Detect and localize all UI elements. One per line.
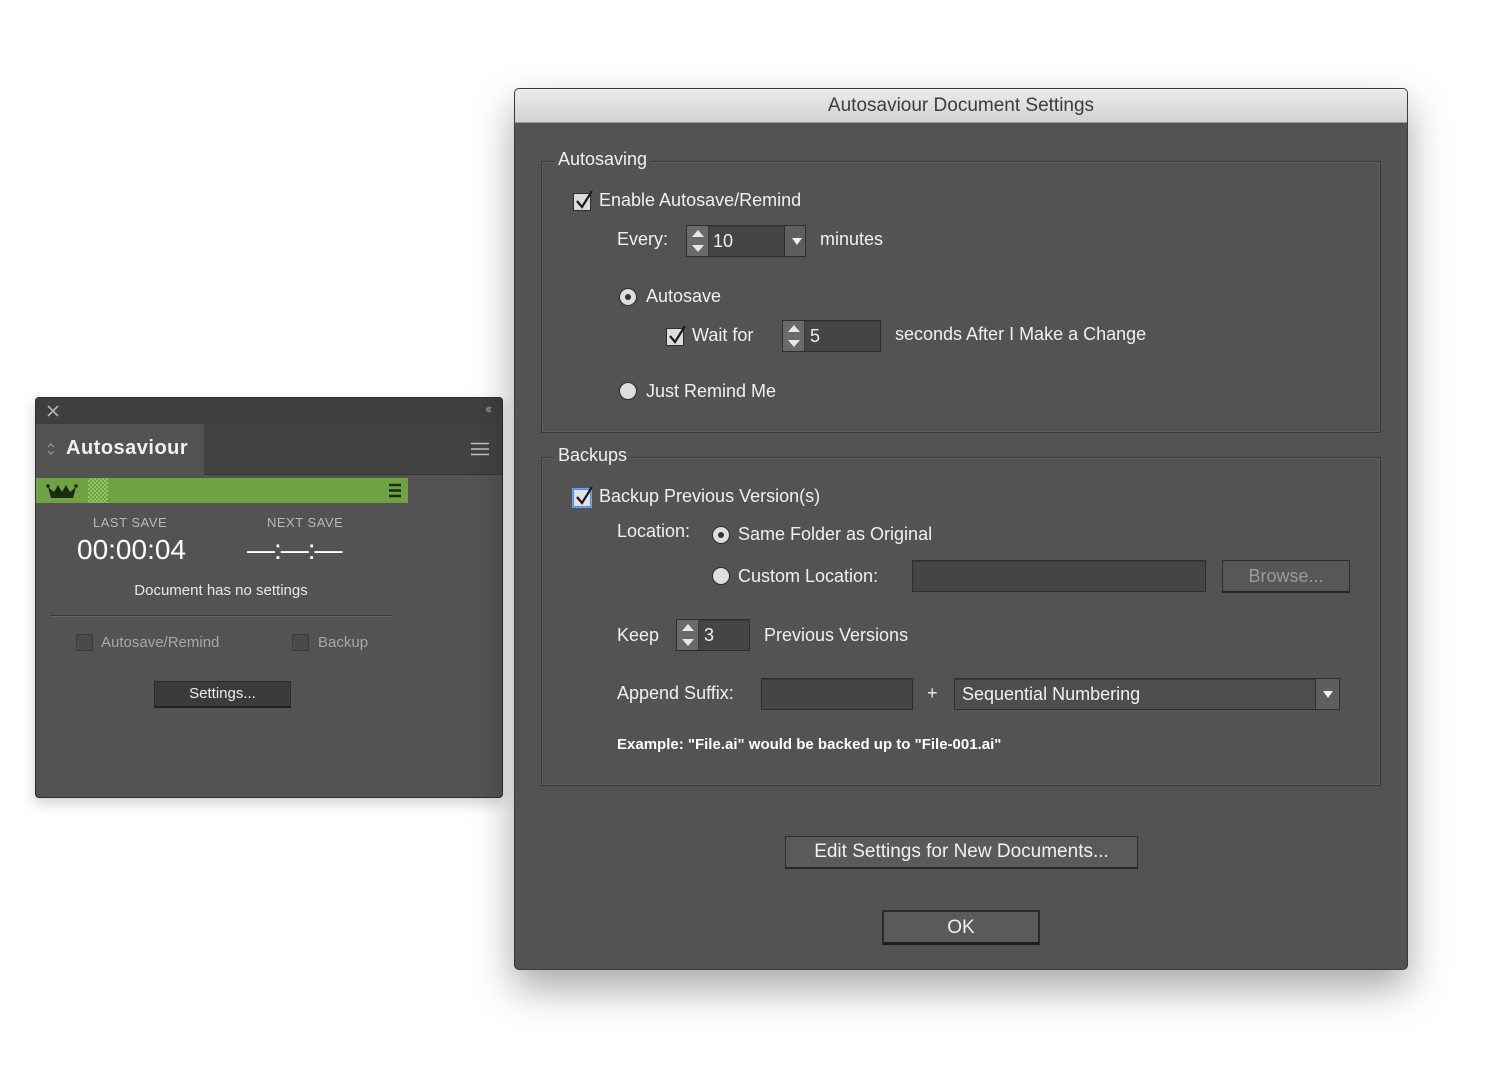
tab-reorder-icon xyxy=(47,443,55,455)
backup-label: Backup xyxy=(318,634,369,651)
numbering-value[interactable]: Sequential Numbering xyxy=(962,684,1140,705)
panel-title: Autosaviour xyxy=(66,437,189,459)
stepper-up-icon[interactable] xyxy=(692,230,704,237)
enable-autosave-checkbox[interactable] xyxy=(573,190,593,211)
checkmark-icon xyxy=(576,486,593,505)
wait-for-checkbox[interactable] xyxy=(666,325,686,346)
every-value[interactable]: 10 xyxy=(713,231,733,252)
close-icon[interactable] xyxy=(44,402,62,420)
settings-dialog: Autosaviour Document Settings Autosaving… xyxy=(514,88,1408,970)
backup-versions-label: Backup Previous Version(s) xyxy=(599,486,821,506)
plus-label: + xyxy=(927,683,938,703)
panel-header: ‹‹ xyxy=(36,398,502,424)
next-save-label: NEXT SAVE xyxy=(267,515,344,530)
keep-field[interactable]: 3 xyxy=(676,619,750,651)
custom-location-radio[interactable] xyxy=(712,567,730,585)
autosave-radio[interactable] xyxy=(619,288,637,306)
panel-menu-icon[interactable] xyxy=(470,442,490,456)
status-pattern xyxy=(88,478,108,503)
status-menu-icon[interactable] xyxy=(389,483,401,498)
wait-field[interactable]: 5 xyxy=(782,320,881,352)
checkmark-icon xyxy=(576,190,593,209)
same-folder-label: Same Folder as Original xyxy=(738,524,933,544)
stepper-down-icon[interactable] xyxy=(682,639,694,646)
just-remind-label: Just Remind Me xyxy=(646,381,777,401)
every-dropdown-icon[interactable] xyxy=(784,226,805,256)
ok-button[interactable]: OK xyxy=(882,910,1040,945)
stepper-down-icon[interactable] xyxy=(692,245,704,252)
wait-stepper[interactable] xyxy=(783,321,805,351)
just-remind-radio[interactable] xyxy=(619,382,637,400)
tab-autosaviour[interactable]: Autosaviour xyxy=(36,424,204,475)
same-folder-radio[interactable] xyxy=(712,526,730,544)
example-text: Example: "File.ai" would be backed up to… xyxy=(617,736,1002,753)
crown-icon xyxy=(46,484,78,498)
minutes-label: minutes xyxy=(820,229,884,249)
dialog-title[interactable]: Autosaviour Document Settings xyxy=(515,89,1407,123)
backups-legend: Backups xyxy=(554,445,632,466)
enable-autosave-label: Enable Autosave/Remind xyxy=(599,190,802,210)
autosaviour-panel: ‹‹ Autosaviour LAST SAVE NEXT SAVE 00:00… xyxy=(35,397,503,798)
last-save-label: LAST SAVE xyxy=(93,515,168,530)
settings-button[interactable]: Settings... xyxy=(154,681,291,708)
numbering-dropdown-icon[interactable] xyxy=(1315,679,1339,709)
append-suffix-label: Append Suffix: xyxy=(617,683,734,703)
status-message: Document has no settings xyxy=(134,582,308,599)
keep-label: Keep xyxy=(617,625,660,645)
next-save-value: —:—:— xyxy=(247,534,343,565)
autosave-remind-label: Autosave/Remind xyxy=(101,634,220,651)
panel-tab-bar: Autosaviour xyxy=(36,424,502,475)
browse-button[interactable]: Browse... xyxy=(1222,560,1350,593)
stepper-up-icon[interactable] xyxy=(682,624,694,631)
edit-new-settings-button[interactable]: Edit Settings for New Documents... xyxy=(785,836,1138,869)
last-save-value: 00:00:04 xyxy=(77,534,186,565)
stepper-up-icon[interactable] xyxy=(788,325,800,332)
location-label: Location: xyxy=(617,521,691,541)
every-field[interactable]: 10 xyxy=(686,225,806,257)
suffix-input[interactable] xyxy=(761,678,913,710)
keep-value[interactable]: 3 xyxy=(704,625,714,646)
autosave-remind-checkbox[interactable] xyxy=(76,634,93,651)
wait-value[interactable]: 5 xyxy=(810,326,820,347)
autosave-radio-label: Autosave xyxy=(646,286,722,306)
wait-suffix-label: seconds After I Make a Change xyxy=(895,324,1147,344)
previous-versions-label: Previous Versions xyxy=(764,625,909,645)
stepper-down-icon[interactable] xyxy=(788,340,800,347)
autosaving-legend: Autosaving xyxy=(554,149,652,170)
custom-location-input[interactable] xyxy=(912,560,1206,592)
wait-for-label: Wait for xyxy=(692,325,754,345)
every-stepper[interactable] xyxy=(687,226,709,256)
numbering-select[interactable]: Sequential Numbering xyxy=(954,678,1340,710)
keep-stepper[interactable] xyxy=(677,620,699,650)
custom-location-label: Custom Location: xyxy=(738,566,879,586)
every-label: Every: xyxy=(617,229,669,249)
backup-versions-checkbox[interactable] xyxy=(573,486,593,507)
collapse-icon[interactable]: ‹‹ xyxy=(485,401,492,416)
divider xyxy=(50,615,392,617)
backup-checkbox[interactable] xyxy=(292,634,309,651)
checkmark-icon xyxy=(669,325,686,344)
status-bar xyxy=(36,478,408,503)
